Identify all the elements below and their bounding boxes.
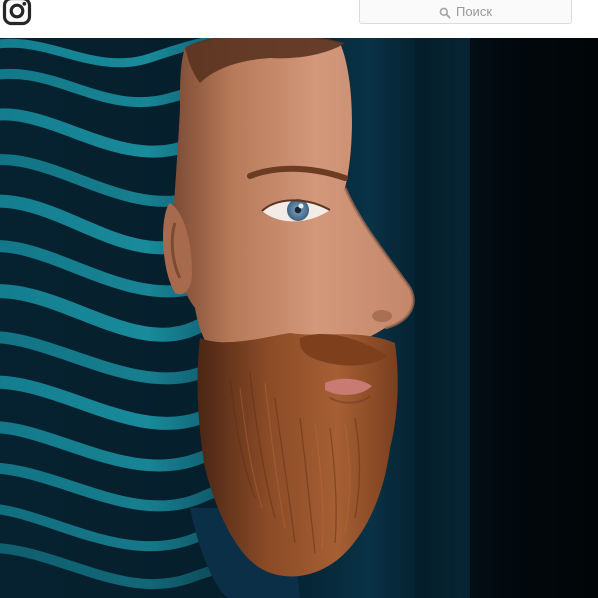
illusion-portrait-photo: [0, 38, 598, 598]
instagram-logo-icon[interactable]: [2, 0, 32, 26]
instagram-app: Поиск: [0, 0, 598, 598]
search-input[interactable]: Поиск: [359, 0, 572, 24]
top-navigation-bar: Поиск: [0, 0, 598, 38]
search-icon: [439, 6, 451, 19]
search-placeholder: Поиск: [455, 4, 493, 19]
post-photo[interactable]: [0, 38, 598, 598]
